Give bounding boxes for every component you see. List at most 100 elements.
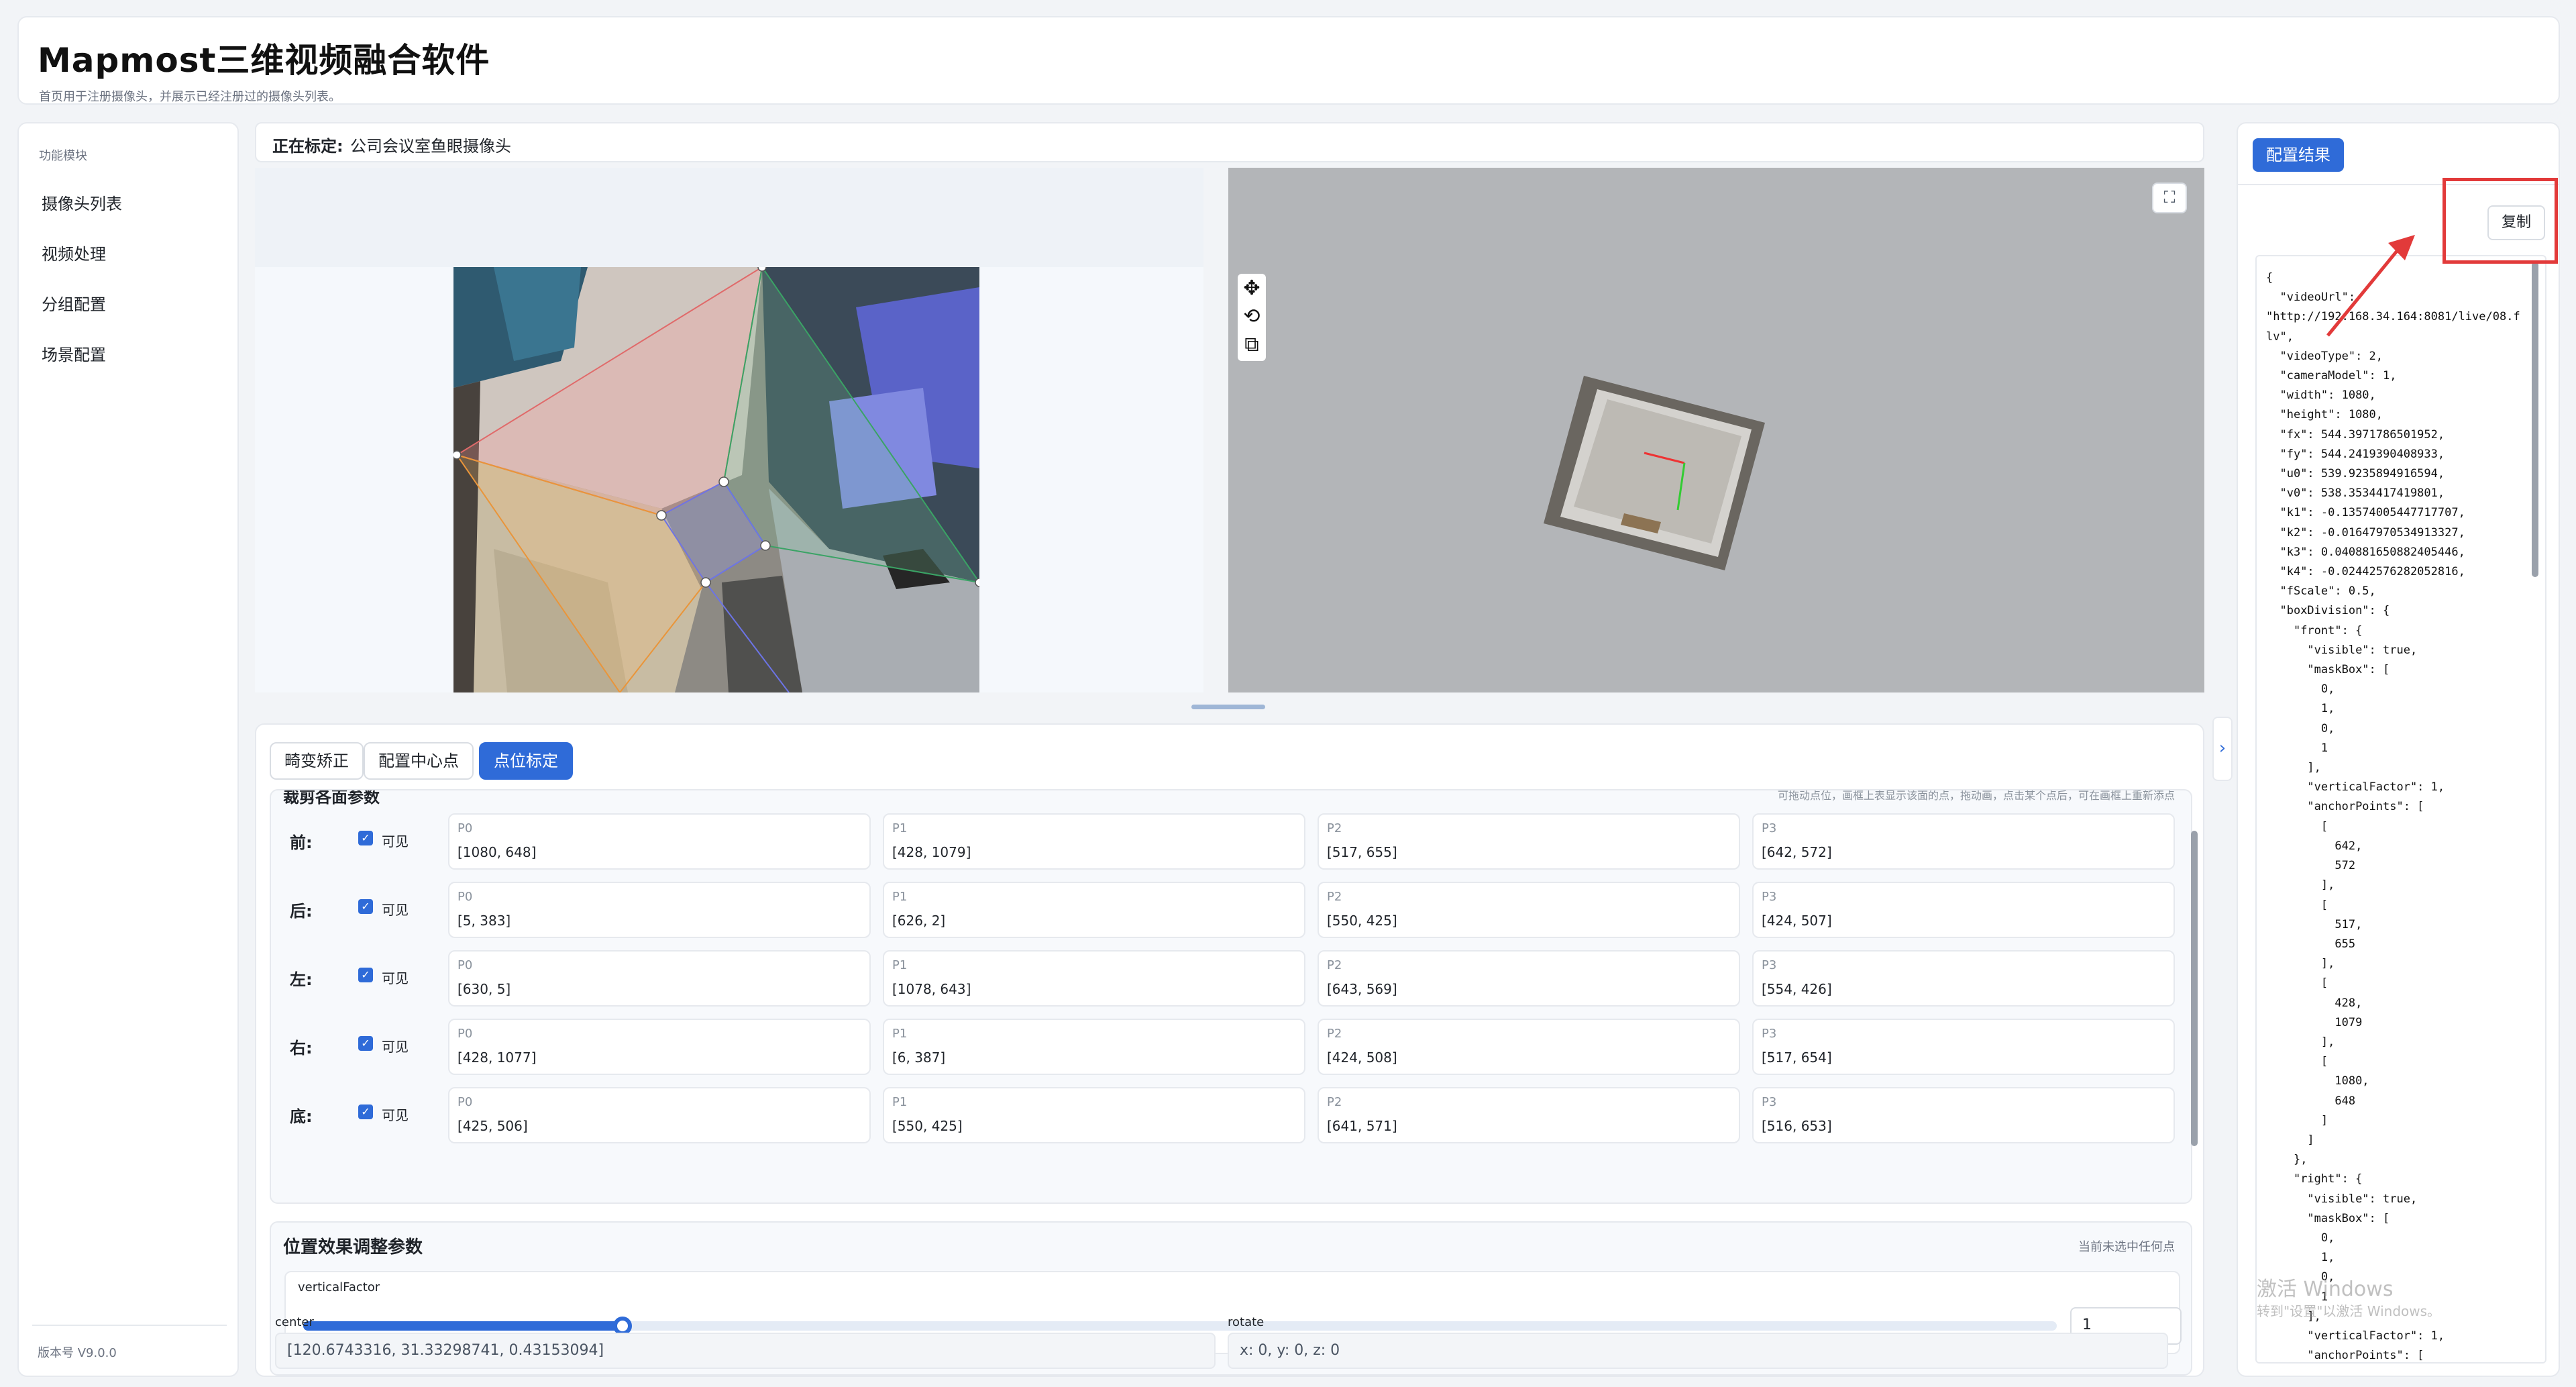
sidebar: 功能模块 摄像头列表 视频处理 分组配置 场景配置 版本号 V9.0.0 — [17, 122, 239, 1377]
point-value: [5, 383] — [458, 913, 511, 929]
point-field-p3[interactable]: P3 [554, 426] — [1752, 950, 2175, 1007]
windows-watermark-text: 转到"设置"以激活 Windows。 — [2257, 1303, 2441, 1319]
point-field-p0[interactable]: P0 [630, 5] — [448, 950, 871, 1007]
center-label: center — [275, 1315, 314, 1329]
viewer-toolbar: ✥ ⟲ ⧉ — [1238, 274, 1266, 361]
sidebar-item-video-processing[interactable]: 视频处理 — [42, 241, 106, 264]
point-name: P2 — [1327, 890, 1342, 904]
point-name: P3 — [1762, 958, 1777, 972]
fullscreen-icon[interactable]: ⛶ — [2152, 183, 2187, 213]
point-name: P2 — [1327, 958, 1342, 972]
point-field-p2[interactable]: P2 [550, 425] — [1318, 882, 1740, 938]
point-name: P1 — [892, 958, 908, 972]
rotate-icon[interactable]: ⟲ — [1238, 303, 1266, 330]
point-value: [550, 425] — [892, 1118, 963, 1134]
point-name: P2 — [1327, 1095, 1342, 1109]
visible-label: 可见 — [382, 833, 409, 850]
json-scrollbar[interactable] — [2532, 262, 2538, 577]
move-icon[interactable]: ✥ — [1238, 275, 1266, 302]
point-name: P2 — [1327, 821, 1342, 835]
face-row-left: 左: ✓ 可见 P0 [630, 5] P1 [1078, 643] P2 [643,… — [271, 947, 2191, 1009]
sidebar-item-group-config[interactable]: 分组配置 — [42, 291, 106, 315]
face-label: 前: — [290, 833, 313, 852]
point-value: [425, 506] — [458, 1118, 528, 1134]
point-value: [1078, 643] — [892, 981, 971, 997]
face-params-title: 裁剪各面参数 — [283, 789, 380, 807]
point-name: P0 — [458, 1027, 473, 1041]
visible-label: 可见 — [382, 902, 409, 918]
point-value: [428, 1077] — [458, 1049, 537, 1066]
point-name: P0 — [458, 1095, 473, 1109]
point-name: P3 — [1762, 1095, 1777, 1109]
point-field-p1[interactable]: P1 [1078, 643] — [883, 950, 1305, 1007]
visible-label: 可见 — [382, 970, 409, 986]
point-field-p0[interactable]: P0 [428, 1077] — [448, 1019, 871, 1075]
visible-checkbox[interactable]: ✓ — [358, 1105, 373, 1119]
point-field-p1[interactable]: P1 [550, 425] — [883, 1087, 1305, 1143]
point-value: [6, 387] — [892, 1049, 946, 1066]
point-field-p2[interactable]: P2 [643, 569] — [1318, 950, 1740, 1007]
point-field-p2[interactable]: P2 [424, 508] — [1318, 1019, 1740, 1075]
viewer-top-strip — [255, 168, 1203, 267]
config-result-panel: 配置结果 复制 { "videoUrl": "http://192.168.34… — [2237, 122, 2560, 1377]
position-params-hint: 当前未选中任何点 — [2078, 1240, 2175, 1254]
rotate-input[interactable]: x: 0, y: 0, z: 0 — [1228, 1333, 2168, 1369]
point-name: P1 — [892, 821, 908, 835]
point-field-p2[interactable]: P2 [517, 655] — [1318, 813, 1740, 870]
point-value: [642, 572] — [1762, 844, 1832, 860]
scene-3d-viewer[interactable]: ⛶ ✥ ⟲ ⧉ — [1228, 168, 2204, 692]
config-json-text: { "videoUrl": "http://192.168.34.164:808… — [2266, 271, 2520, 1363]
point-field-p0[interactable]: P0 [5, 383] — [448, 882, 871, 938]
point-value: [641, 571] — [1327, 1118, 1397, 1134]
point-field-p0[interactable]: P0 [425, 506] — [448, 1087, 871, 1143]
point-field-p3[interactable]: P3 [642, 572] — [1752, 813, 2175, 870]
face-label: 左: — [290, 970, 313, 989]
point-value: [516, 653] — [1762, 1118, 1832, 1134]
point-name: P0 — [458, 821, 473, 835]
config-json-viewer[interactable]: { "videoUrl": "http://192.168.34.164:808… — [2255, 255, 2546, 1364]
panel-splitter-handle[interactable] — [1191, 705, 1265, 709]
vertical-factor-label: verticalFactor — [298, 1280, 380, 1294]
tab-point-calibration[interactable]: 点位标定 — [479, 742, 573, 780]
point-name: P2 — [1327, 1027, 1342, 1041]
point-value: [424, 507] — [1762, 913, 1832, 929]
collapse-right-panel-icon[interactable]: › — [2212, 717, 2233, 781]
point-value: [1080, 648] — [458, 844, 537, 860]
point-field-p0[interactable]: P0 [1080, 648] — [448, 813, 871, 870]
reset-view-icon[interactable]: ⧉ — [1238, 331, 1266, 358]
point-field-p1[interactable]: P1 [6, 387] — [883, 1019, 1305, 1075]
tab-config-center[interactable]: 配置中心点 — [364, 742, 474, 780]
fisheye-image[interactable] — [453, 267, 979, 692]
face-row-right: 右: ✓ 可见 P0 [428, 1077] P1 [6, 387] P2 [424,… — [271, 1016, 2191, 1078]
app-subtitle: 首页用于注册摄像头，并展示已经注册过的摄像头列表。 — [39, 90, 341, 104]
sidebar-item-camera-list[interactable]: 摄像头列表 — [42, 191, 122, 214]
face-row-back: 后: ✓ 可见 P0 [5, 383] P1 [626, 2] P2 [550, 42… — [271, 879, 2191, 941]
point-field-p3[interactable]: P3 [517, 654] — [1752, 1019, 2175, 1075]
params-scrollbar[interactable] — [2191, 831, 2198, 1146]
point-field-p3[interactable]: P3 [516, 653] — [1752, 1087, 2175, 1143]
fisheye-viewer[interactable] — [255, 168, 1203, 692]
visible-checkbox[interactable]: ✓ — [358, 899, 373, 914]
point-field-p2[interactable]: P2 [641, 571] — [1318, 1087, 1740, 1143]
visible-checkbox[interactable]: ✓ — [358, 1036, 373, 1051]
slider-fill — [303, 1321, 623, 1331]
room-model[interactable] — [1544, 369, 1778, 570]
center-input[interactable]: [120.6743316, 31.33298741, 0.43153094] — [275, 1333, 1216, 1369]
calibrating-bar: 正在标定: 公司会议室鱼眼摄像头 — [255, 122, 2204, 162]
point-field-p3[interactable]: P3 [424, 507] — [1752, 882, 2175, 938]
rotate-label: rotate — [1228, 1315, 1265, 1329]
point-value: [424, 508] — [1327, 1049, 1397, 1066]
point-name: P3 — [1762, 821, 1777, 835]
config-result-button[interactable]: 配置结果 — [2253, 138, 2344, 172]
point-value: [643, 569] — [1327, 981, 1397, 997]
point-field-p1[interactable]: P1 [428, 1079] — [883, 813, 1305, 870]
annotation-highlight-box — [2443, 178, 2558, 264]
vertical-factor-slider[interactable] — [303, 1317, 2057, 1335]
sidebar-item-scene-config[interactable]: 场景配置 — [42, 342, 106, 365]
visible-checkbox[interactable]: ✓ — [358, 968, 373, 982]
visible-checkbox[interactable]: ✓ — [358, 831, 373, 845]
tab-distortion-correction[interactable]: 畸变矫正 — [270, 742, 364, 780]
point-value: [517, 654] — [1762, 1049, 1832, 1066]
face-label: 右: — [290, 1039, 313, 1058]
point-field-p1[interactable]: P1 [626, 2] — [883, 882, 1305, 938]
